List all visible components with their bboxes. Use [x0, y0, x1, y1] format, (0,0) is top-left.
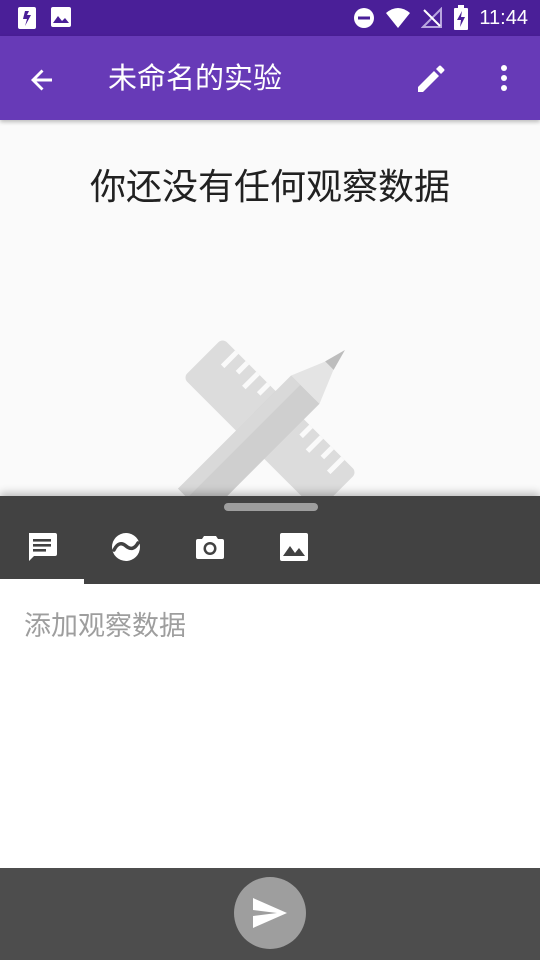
back-arrow-icon — [31, 69, 52, 91]
ruler-pencil-icon — [178, 340, 355, 500]
image-notification-icon — [51, 7, 71, 27]
back-button[interactable] — [22, 60, 62, 100]
gallery-icon — [280, 533, 308, 561]
sensor-icon — [112, 533, 140, 561]
note-icon — [29, 533, 57, 561]
more-vert-icon — [501, 65, 507, 91]
edit-button[interactable] — [412, 58, 452, 98]
app-bar: 未命名的实验 — [0, 36, 540, 120]
status-time: 11:44 — [479, 6, 528, 29]
battery-charging-icon — [454, 5, 469, 30]
send-button[interactable] — [234, 877, 306, 949]
tab-sensor[interactable] — [84, 518, 168, 584]
tab-note[interactable] — [0, 518, 84, 584]
edit-icon — [418, 65, 445, 92]
wifi-icon — [386, 8, 411, 28]
note-input[interactable] — [24, 604, 514, 648]
note-entry-area — [0, 584, 540, 868]
camera-icon — [196, 536, 224, 559]
more-options-button[interactable] — [484, 58, 524, 98]
no-signal-icon — [421, 7, 443, 28]
page-title: 未命名的实验 — [108, 61, 283, 95]
status-bar: 11:44 — [0, 0, 540, 36]
bottom-bar — [0, 868, 540, 960]
observation-toolbar — [0, 496, 540, 584]
drag-handle[interactable] — [224, 503, 318, 511]
do-not-disturb-icon — [354, 8, 375, 28]
tab-gallery[interactable] — [252, 518, 336, 584]
empty-state-title: 你还没有任何观察数据 — [89, 167, 450, 208]
tab-camera[interactable] — [168, 518, 252, 584]
send-icon — [253, 898, 287, 928]
sim-icon — [18, 7, 36, 29]
